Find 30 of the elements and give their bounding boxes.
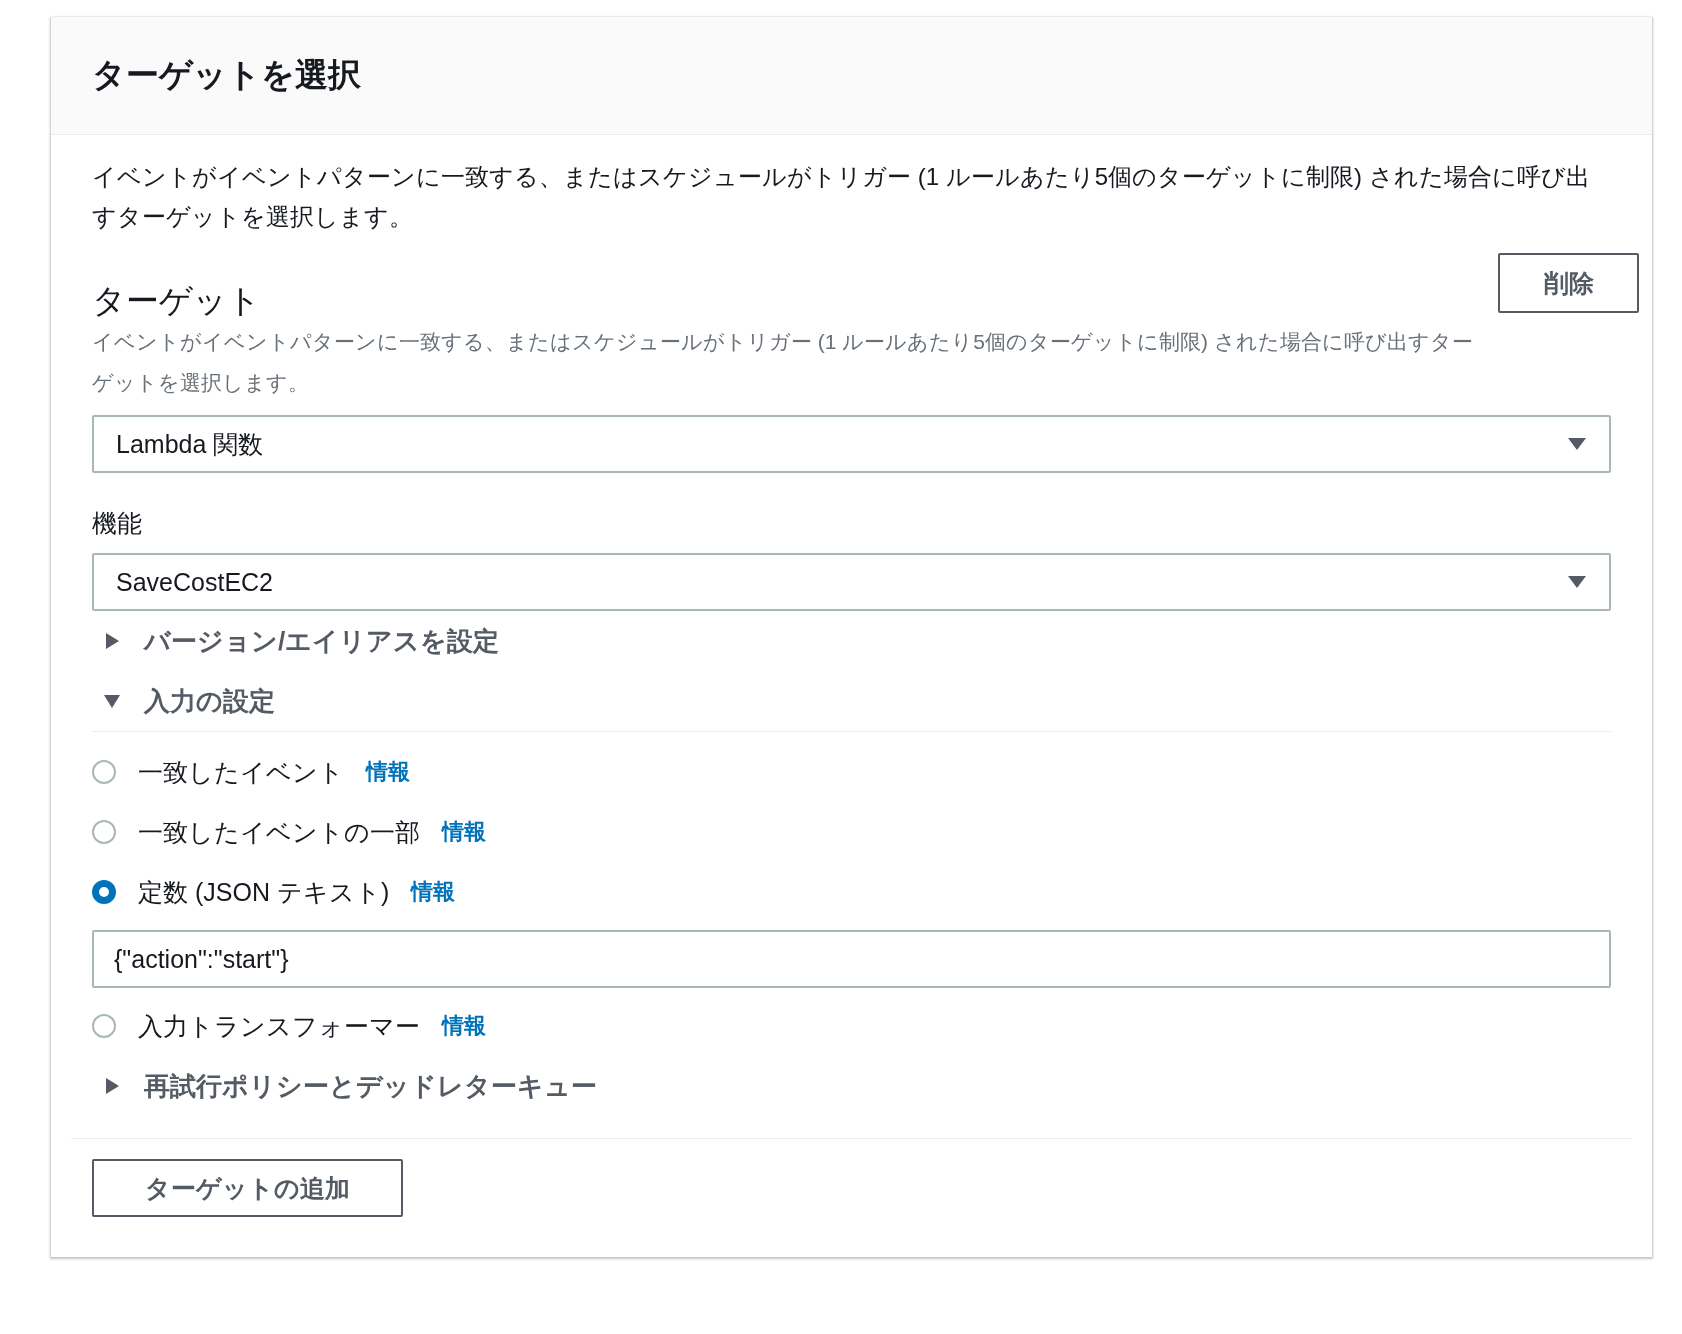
option-label: 一致したイベント <box>138 756 344 788</box>
radio-button[interactable] <box>92 760 116 784</box>
radio-button[interactable] <box>92 1014 116 1038</box>
info-link[interactable]: 情報 <box>442 1011 486 1041</box>
target-type-select[interactable]: Lambda 関数 <box>92 415 1611 473</box>
section-expander[interactable]: 再試行ポリシーとデッドレターキュー <box>92 1056 597 1116</box>
option-label: 定数 (JSON テキスト) <box>138 876 390 908</box>
caret-icon <box>1567 575 1587 589</box>
option-label: 入力トランスフォーマー <box>138 1010 420 1042</box>
target-description: イベントがイベントパターンに一致する、またはスケジュールがトリガー (1 ルールあたり5個のターゲットに制限) された場合に呼び出すターゲットを選択します。 <box>92 329 1474 396</box>
radio-button[interactable] <box>92 820 116 844</box>
caret-icon <box>1567 437 1587 451</box>
radio-button[interactable] <box>92 880 116 904</box>
info-link[interactable]: 情報 <box>442 817 486 847</box>
info-link[interactable]: 情報 <box>366 757 410 787</box>
section-expander[interactable]: 入力の設定 <box>92 671 275 731</box>
add-target-button[interactable]: ターゲットの追加 <box>92 1159 403 1217</box>
panel-title: ターゲットを選択 <box>92 55 361 95</box>
expand-icon <box>104 632 120 650</box>
panel-description: イベントがイベントパターンに一致する、またはスケジュールがトリガー (1 ルールあたり5個のターゲットに制限) された場合に呼び出すターゲットを選択します。 <box>92 162 1591 232</box>
section-expander[interactable]: バージョン/エイリアスを設定 <box>92 611 500 671</box>
expand-icon <box>104 1077 120 1095</box>
expand-icon <box>103 693 121 709</box>
option-label: 一致したイベントの一部 <box>138 816 420 848</box>
function-label: 機能 <box>92 508 143 539</box>
info-link[interactable]: 情報 <box>411 877 456 907</box>
target-heading: ターゲット <box>92 281 262 321</box>
json-input-field[interactable]: {"action":"start"} <box>92 930 1611 988</box>
function-select[interactable]: SaveCostEC2 <box>92 553 1611 611</box>
remove-button[interactable]: 削除 <box>1498 253 1639 313</box>
